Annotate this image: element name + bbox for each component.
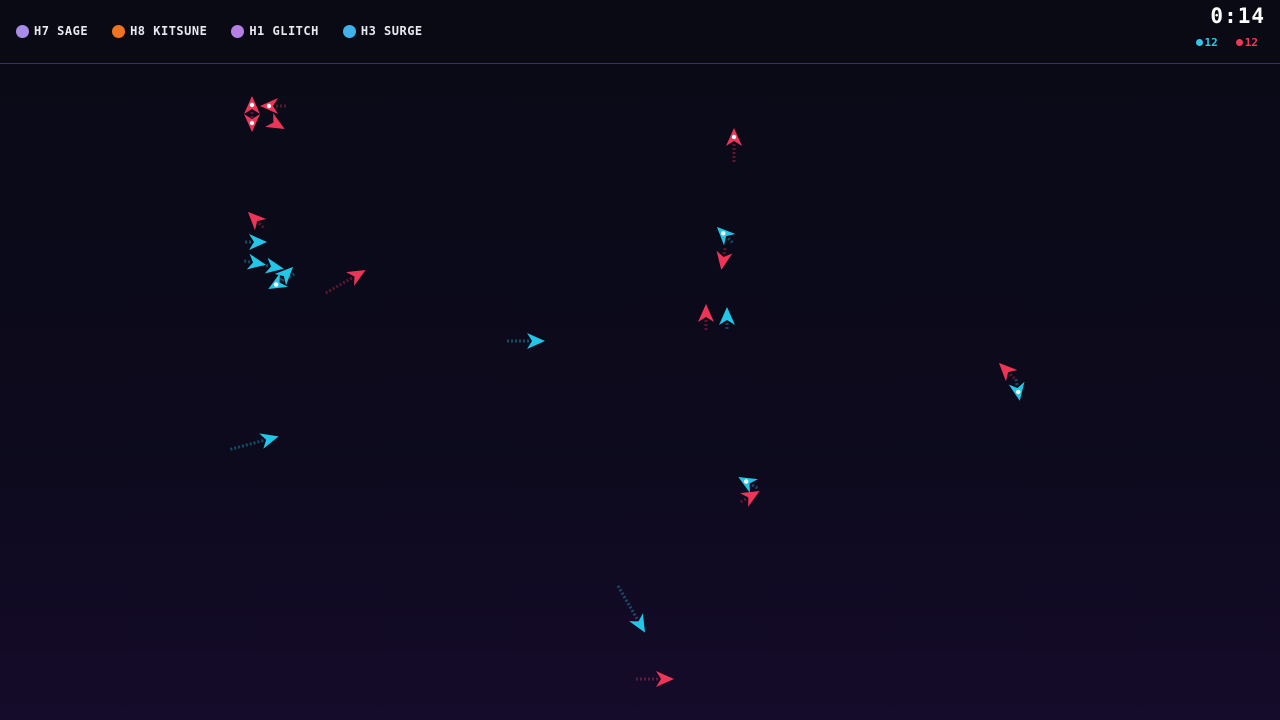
ship-body: [249, 234, 267, 250]
ship-body: [629, 613, 645, 633]
ship-body: [265, 113, 285, 129]
ship-core: [266, 103, 272, 109]
player-label: H8 KITSUNE: [130, 24, 208, 38]
ship-trail: [229, 439, 264, 451]
ship-trail: [739, 497, 747, 504]
arena-canvas: [229, 96, 1025, 687]
blue-ship: [229, 433, 279, 451]
team-scores: 12 12: [1195, 36, 1258, 49]
player-label: H1 GLITCH: [249, 24, 319, 38]
red-ship: [716, 247, 733, 270]
player-color-dot: [16, 24, 29, 38]
ship-core: [249, 120, 255, 126]
ship-body: [346, 270, 366, 286]
match-timer: 0:14: [1210, 4, 1265, 28]
player-color-dot: [112, 24, 126, 38]
ship-body: [527, 333, 545, 349]
blue-ship: [615, 583, 645, 633]
blue-score-value: 12: [1204, 36, 1218, 49]
top-hud-bar: H7 SAGE H8 KITSUNE H1 GLITCH H3 SURGE 0:…: [0, 0, 1280, 64]
blue-team-dot: [1195, 39, 1203, 46]
red-ship: [260, 98, 286, 114]
ship-trail: [727, 237, 734, 244]
red-ship: [698, 304, 714, 330]
ship-trail: [325, 276, 353, 295]
red-ship: [739, 491, 760, 507]
player-entry: H7 SAGE: [16, 24, 88, 38]
player-entry: H8 KITSUNE: [112, 24, 207, 38]
red-ship: [244, 96, 260, 118]
ship-body: [259, 433, 279, 449]
player-roster: H7 SAGE H8 KITSUNE H1 GLITCH H3 SURGE: [16, 24, 423, 38]
blue-ship: [505, 333, 545, 349]
player-color-dot: [231, 24, 245, 38]
ship-core: [249, 102, 255, 108]
ship-trail: [1014, 378, 1019, 386]
blue-team-score: 12: [1195, 36, 1218, 49]
ship-trail: [722, 247, 727, 255]
ship-body: [698, 304, 714, 322]
player-label: H3 SURGE: [360, 24, 423, 38]
player-entry: H3 SURGE: [342, 24, 423, 38]
red-ship: [726, 128, 742, 162]
red-ship: [265, 113, 285, 129]
ship-trail: [1009, 373, 1017, 381]
ship-trail: [241, 259, 251, 264]
ship-body: [656, 671, 674, 687]
blue-ship: [716, 226, 736, 246]
battle-arena: [0, 64, 1280, 720]
blue-ship: [243, 234, 267, 250]
ship-body: [719, 307, 735, 325]
player-label: H7 SAGE: [34, 24, 89, 38]
ship-trail: [615, 583, 639, 620]
blue-ship: [1008, 378, 1025, 401]
blue-ship: [719, 307, 735, 329]
red-ship: [325, 270, 366, 295]
player-color-dot: [342, 24, 356, 38]
ship-trail: [258, 222, 266, 230]
player-entry: H1 GLITCH: [231, 24, 319, 38]
red-score-value: 12: [1244, 36, 1258, 49]
red-ship: [998, 362, 1018, 382]
ship-core: [731, 134, 737, 140]
red-team-score: 12: [1235, 36, 1258, 49]
red-ship: [247, 211, 267, 231]
blue-ship: [241, 253, 266, 270]
ship-body: [740, 491, 760, 507]
red-team-dot: [1235, 39, 1243, 46]
red-ship: [636, 671, 674, 687]
ship-trail: [751, 483, 760, 491]
